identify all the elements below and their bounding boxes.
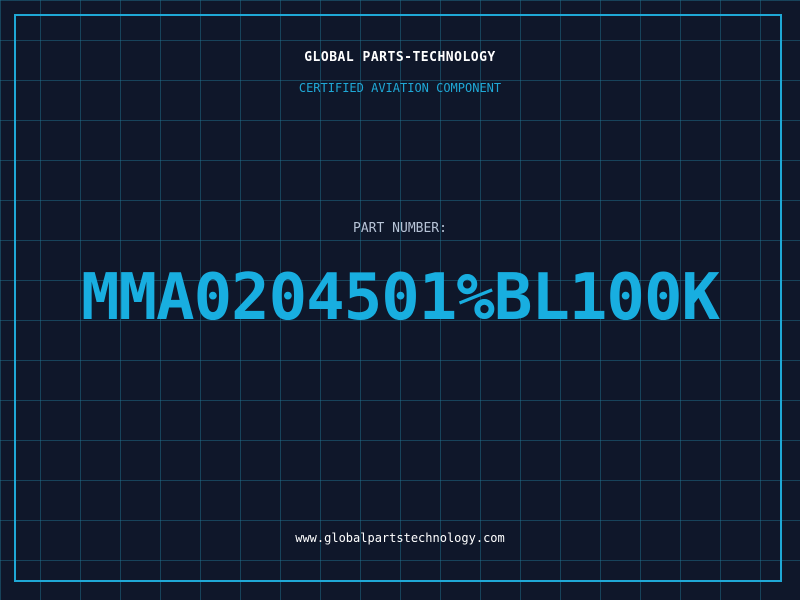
part-number-label: PART NUMBER:	[353, 221, 447, 236]
part-number-value: MMA0204501%BL100K	[80, 261, 720, 335]
website-url: www.globalpartstechnology.com	[295, 531, 505, 545]
company-title: GLOBAL PARTS-TECHNOLOGY	[304, 50, 496, 65]
certification-subtitle: CERTIFIED AVIATION COMPONENT	[298, 81, 502, 95]
certificate-card: GLOBAL PARTS-TECHNOLOGY CERTIFIED AVIATI…	[0, 0, 800, 600]
